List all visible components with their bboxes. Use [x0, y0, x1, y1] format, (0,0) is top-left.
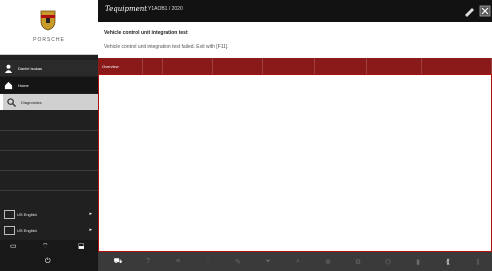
tab-item[interactable] — [163, 58, 213, 74]
battery-icon: ▭ — [10, 243, 17, 250]
network-icon[interactable]: ⌬ — [376, 252, 400, 271]
tab-overview[interactable]: Overview — [98, 58, 143, 74]
wifi-icon: ⌔ — [42, 243, 49, 250]
language-label: US English — [17, 227, 37, 233]
tab-item[interactable] — [315, 58, 367, 74]
forward-icon[interactable]: ⟫ — [466, 252, 490, 271]
language-label: US English — [17, 211, 37, 217]
filter-icon[interactable]: ⏷ — [256, 252, 280, 271]
vehicle-info: Y1AOB1 / 2020 — [148, 6, 183, 12]
back-icon[interactable]: ⟪ — [436, 252, 460, 271]
divider — [0, 190, 98, 191]
content-area — [98, 74, 492, 252]
tab-item[interactable] — [422, 58, 492, 74]
language-selector[interactable]: US English ▸ — [0, 206, 98, 222]
logo-area: PORSCHE — [0, 0, 98, 55]
signal-icon[interactable]: ⫶ — [196, 252, 220, 271]
tab-bar: Overview — [98, 58, 492, 74]
keyboard-icon — [4, 226, 15, 235]
header-actions — [462, 3, 492, 19]
divider — [0, 170, 98, 171]
message-panel — [98, 22, 492, 58]
question-icon[interactable]: ? — [136, 252, 160, 271]
divider — [0, 150, 98, 151]
car-icon[interactable]: ⛟ — [106, 252, 130, 271]
edit-icon[interactable]: ✎ — [226, 252, 250, 271]
delete-icon[interactable]: ▮ — [406, 252, 430, 271]
flag-icon — [4, 210, 15, 219]
power-icon[interactable]: ⏻ — [45, 258, 51, 266]
sidebar-item-label: Diagnostics — [21, 99, 42, 105]
porsche-crest-icon — [40, 10, 56, 31]
home-icon — [4, 81, 13, 90]
sidebar-item-home[interactable]: Home — [0, 77, 98, 93]
bottom-toolbar: ⛟ ? ≡ ⫶ ✎ ⏷ ⌕ ⊕ ⚙ ⌬ ▮ ⟪ ⟫ — [98, 252, 492, 271]
zoom-icon[interactable]: ⊕ — [316, 252, 340, 271]
chevron-right-icon: ▸ — [89, 227, 92, 233]
status-bar: ▭ ⌔ ⬓ ⏻ — [0, 240, 98, 271]
list-icon[interactable]: ≡ — [166, 252, 190, 271]
app-logo: Tequipment — [105, 5, 148, 13]
divider — [0, 130, 98, 131]
wrench-icon[interactable] — [462, 3, 492, 19]
chevron-right-icon: ▸ — [89, 211, 92, 217]
sidebar-user[interactable]: Daniel Isukas — [0, 60, 98, 76]
brand-wordmark: PORSCHE — [33, 37, 65, 43]
settings-icon[interactable]: ⚙ — [346, 252, 370, 271]
user-icon — [4, 64, 13, 73]
keyboard-language-selector[interactable]: US English ▸ — [0, 222, 98, 238]
tab-item[interactable] — [263, 58, 315, 74]
sidebar-item-diagnostics[interactable]: Diagnostics — [0, 94, 98, 110]
screen-icon[interactable]: ⬓ — [78, 242, 85, 250]
diagnostics-icon — [7, 98, 16, 107]
tab-item[interactable] — [213, 58, 263, 74]
sidebar-item-label: Home — [18, 82, 29, 88]
sidebar-user-label: Daniel Isukas — [18, 65, 43, 71]
tab-item[interactable] — [143, 58, 163, 74]
search-icon[interactable]: ⌕ — [286, 252, 310, 271]
tab-item[interactable] — [367, 58, 422, 74]
message-text: Vehicle control unit integration test fa… — [104, 44, 229, 50]
message-title: Vehicle control unit integration test — [104, 30, 188, 36]
